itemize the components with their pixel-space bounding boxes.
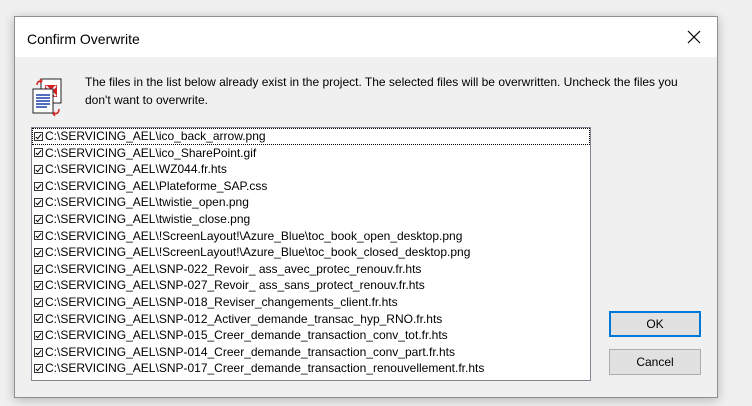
file-checklist[interactable]: C:\SERVICING_AEL\ico_back_arrow.png C:\SE… <box>31 127 591 381</box>
file-list-item[interactable]: C:\SERVICING_AEL\ico_back_arrow.png <box>32 128 590 145</box>
close-button[interactable] <box>671 17 717 57</box>
checkbox-checked-icon[interactable] <box>34 214 43 224</box>
checkbox-checked-icon[interactable] <box>34 264 43 274</box>
file-list-item[interactable]: C:\SERVICING_AEL\!ScreenLayout!\Azure_Bl… <box>32 244 590 261</box>
file-list-item[interactable]: C:\SERVICING_AEL\!ScreenLayout!\Azure_Bl… <box>32 228 590 245</box>
files-overwrite-icon <box>32 78 62 117</box>
file-path-label: C:\SERVICING_AEL\SNP-022_Revoir_ ass_ave… <box>45 261 422 276</box>
checkbox-checked-icon[interactable] <box>34 281 43 291</box>
file-path-label: C:\SERVICING_AEL\SNP-012_Activer_demande… <box>45 311 443 326</box>
file-path-label: C:\SERVICING_AEL\twistie_open.png <box>45 195 249 210</box>
checkbox-checked-icon[interactable] <box>34 181 43 191</box>
confirm-overwrite-dialog: Confirm Overwrite The files in the list … <box>14 16 718 398</box>
checkbox-checked-icon[interactable] <box>34 131 43 141</box>
file-list-item[interactable]: C:\SERVICING_AEL\SNP-027_Revoir_ ass_san… <box>32 277 590 294</box>
file-list-item[interactable]: C:\SERVICING_AEL\SNP-022_Revoir_ ass_ave… <box>32 261 590 278</box>
checkbox-checked-icon[interactable] <box>34 314 43 324</box>
checkbox-checked-icon[interactable] <box>34 347 43 357</box>
window-title: Confirm Overwrite <box>27 31 140 47</box>
file-path-label: C:\SERVICING_AEL\WZ044.fr.hts <box>45 162 227 177</box>
checkbox-checked-icon[interactable] <box>34 164 43 174</box>
checkbox-checked-icon[interactable] <box>34 231 43 241</box>
file-list-item[interactable]: C:\SERVICING_AEL\SNP-015_Creer_demande_t… <box>32 327 590 344</box>
file-path-label: C:\SERVICING_AEL\twistie_close.png <box>45 211 251 226</box>
file-list-item[interactable]: C:\SERVICING_AEL\SNP-018_Reviser_changem… <box>32 294 590 311</box>
file-path-label: C:\SERVICING_AEL\Plateforme_SAP.css <box>45 178 268 193</box>
file-list-item[interactable]: C:\SERVICING_AEL\Plateforme_SAP.css <box>32 178 590 195</box>
file-path-label: C:\SERVICING_AEL\SNP-027_Revoir_ ass_san… <box>45 278 425 293</box>
checkbox-checked-icon[interactable] <box>34 198 43 208</box>
file-path-label: C:\SERVICING_AEL\!ScreenLayout!\Azure_Bl… <box>45 245 471 260</box>
file-path-label: C:\SERVICING_AEL\SNP-017_Creer_demande_t… <box>45 361 485 376</box>
checkbox-checked-icon[interactable] <box>34 330 43 340</box>
file-path-label: C:\SERVICING_AEL\ico_SharePoint.gif <box>45 145 257 160</box>
file-list-item[interactable]: C:\SERVICING_AEL\twistie_close.png <box>32 211 590 228</box>
ok-button[interactable]: OK <box>609 311 701 337</box>
overwrite-message: The files in the list below already exis… <box>85 75 678 107</box>
checkbox-checked-icon[interactable] <box>34 364 43 374</box>
checkbox-checked-icon[interactable] <box>34 247 43 257</box>
close-icon <box>687 30 701 44</box>
file-path-label: C:\SERVICING_AEL\SNP-014_Creer_demande_t… <box>45 344 455 359</box>
file-list-item[interactable]: C:\SERVICING_AEL\ico_SharePoint.gif <box>32 145 590 162</box>
file-list-item[interactable]: C:\SERVICING_AEL\SNP-017_Creer_demande_t… <box>32 360 590 377</box>
file-list-item[interactable]: C:\SERVICING_AEL\twistie_open.png <box>32 194 590 211</box>
checkbox-checked-icon[interactable] <box>34 297 43 307</box>
file-path-label: C:\SERVICING_AEL\!ScreenLayout!\Azure_Bl… <box>45 228 463 243</box>
file-path-label: C:\SERVICING_AEL\SNP-018_Reviser_changem… <box>45 294 398 309</box>
file-list-item[interactable]: C:\SERVICING_AEL\SNP-012_Activer_demande… <box>32 311 590 328</box>
file-list-item[interactable]: C:\SERVICING_AEL\SNP-014_Creer_demande_t… <box>32 344 590 361</box>
title-bar: Confirm Overwrite <box>15 17 717 57</box>
file-path-label: C:\SERVICING_AEL\SNP-015_Creer_demande_t… <box>45 328 448 343</box>
cancel-button[interactable]: Cancel <box>609 349 701 375</box>
file-list-item[interactable]: C:\SERVICING_AEL\WZ044.fr.hts <box>32 161 590 178</box>
checkbox-checked-icon[interactable] <box>34 148 43 158</box>
file-path-label: C:\SERVICING_AEL\ico_back_arrow.png <box>45 129 266 143</box>
